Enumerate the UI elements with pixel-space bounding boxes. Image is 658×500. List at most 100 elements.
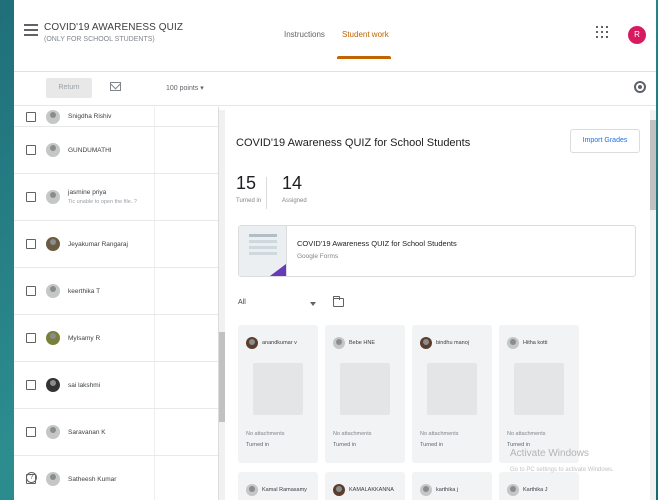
toolbar: Return 100 points ▾ (14, 72, 656, 106)
tab-instructions[interactable]: Instructions (284, 30, 325, 39)
assigned-stat[interactable]: 14 Assigned (282, 173, 307, 204)
activate-windows-hint: Go to PC settings to activate Windows. (510, 467, 614, 473)
assigned-count: 14 (282, 173, 303, 193)
card-student-name: bindhu manoj (436, 340, 470, 346)
card-status: Turned in (420, 442, 444, 448)
student-checkbox[interactable] (26, 333, 36, 343)
card-attachments: No attachments (333, 431, 372, 437)
form-thumbnail (239, 226, 287, 276)
turned-in-label: Turned in (236, 198, 262, 204)
work-preview (253, 363, 303, 415)
card-student-name: Hitha kotti (523, 340, 548, 346)
student-row[interactable]: Saravanan K (14, 409, 218, 456)
turned-in-stat[interactable]: 15 Turned in (236, 173, 261, 204)
student-work-card[interactable]: anandkumar v No attachments Turned in (238, 325, 318, 463)
student-list: Snigdha Rishiv GUNDUMATHI jasmine priya … (14, 107, 219, 500)
student-avatar (420, 337, 432, 349)
active-tab-indicator (337, 56, 391, 59)
student-checkbox[interactable] (26, 112, 36, 122)
student-name: GUNDUMATHI (68, 147, 112, 154)
card-student-name: karthika j (436, 487, 459, 493)
activate-windows-watermark: Activate Windows (510, 448, 589, 459)
student-checkbox[interactable] (26, 145, 36, 155)
student-name: Satheesh Kumar (68, 476, 117, 483)
student-row[interactable]: GUNDUMATHI (14, 127, 218, 174)
assigned-label: Assigned (282, 198, 307, 204)
tab-student-work[interactable]: Student work (342, 30, 389, 39)
student-checkbox[interactable] (26, 192, 36, 202)
student-checkbox[interactable] (26, 286, 36, 296)
attachment-type: Google Forms (297, 253, 339, 260)
student-work-card[interactable]: Kamal Ramasamy (238, 472, 318, 500)
folder-icon[interactable] (333, 296, 344, 307)
student-name: Saravanan K (68, 429, 106, 436)
student-checkbox[interactable] (26, 427, 36, 437)
student-avatar (333, 484, 345, 496)
student-name: jasmine priya (68, 189, 107, 196)
student-avatar (507, 484, 519, 496)
student-avatar (46, 425, 60, 439)
card-student-name: KAMALAKKANNA (349, 487, 394, 493)
student-name: Mylsamy R (68, 335, 101, 342)
work-preview (340, 363, 390, 415)
student-work-card[interactable]: karthika j (412, 472, 492, 500)
assignment-title: COVID'19 Awareness QUIZ for School Stude… (236, 137, 471, 149)
student-avatar (420, 484, 432, 496)
card-student-name: Kamal Ramasamy (262, 487, 307, 493)
card-attachments: No attachments (420, 431, 459, 437)
student-avatar (507, 337, 519, 349)
student-avatar (46, 143, 60, 157)
student-name: keerthika T (68, 288, 101, 295)
student-list-scrollbar[interactable] (219, 110, 225, 500)
student-work-card[interactable]: Hitha kotti No attachments Turned in (499, 325, 579, 463)
student-private-comment: Tic unable to open the file..? (68, 199, 137, 205)
stat-divider (266, 177, 267, 209)
help-icon[interactable]: ? (26, 472, 37, 483)
student-avatar (333, 337, 345, 349)
student-name: Snigdha Rishiv (68, 113, 112, 120)
card-student-name: Karthika J (523, 487, 548, 493)
student-avatar (46, 472, 60, 486)
student-checkbox[interactable] (26, 380, 36, 390)
return-button[interactable]: Return (46, 78, 92, 98)
main-scrollbar[interactable] (650, 110, 656, 500)
student-work-card[interactable]: KAMALAKKANNA (325, 472, 405, 500)
class-title-block: COVID'19 AWARENESS QUIZ (ONLY FOR SCHOOL… (44, 22, 183, 43)
student-avatar (46, 110, 60, 124)
google-form-attachment[interactable]: COVID'19 Awareness QUIZ for School Stude… (238, 225, 636, 277)
student-row[interactable]: Mylsamy R (14, 315, 218, 362)
student-name: Jeyakumar Rangaraj (68, 241, 128, 248)
student-name: sai lakshmi (68, 382, 101, 389)
card-student-name: anandkumar v (262, 340, 297, 346)
status-filter-dropdown[interactable]: All (238, 299, 246, 306)
hamburger-menu-icon[interactable] (24, 24, 38, 36)
settings-gear-icon[interactable] (634, 81, 646, 93)
assignment-panel: COVID'19 Awareness QUIZ for School Stude… (226, 107, 650, 500)
card-attachments: No attachments (507, 431, 546, 437)
student-avatar (46, 284, 60, 298)
student-row[interactable]: jasmine priya Tic unable to open the fil… (14, 174, 218, 221)
student-row[interactable]: Satheesh Kumar (14, 456, 218, 500)
student-row[interactable]: keerthika T (14, 268, 218, 315)
student-work-card[interactable]: Karthika J (499, 472, 579, 500)
student-row[interactable]: sai lakshmi (14, 362, 218, 409)
attachment-title: COVID'19 Awareness QUIZ for School Stude… (297, 239, 457, 248)
import-grades-button[interactable]: Import Grades (570, 129, 640, 153)
apps-grid-icon[interactable] (596, 26, 608, 38)
email-icon[interactable] (110, 82, 121, 91)
card-status: Turned in (246, 442, 270, 448)
student-work-card[interactable]: bindhu manoj No attachments Turned in (412, 325, 492, 463)
card-attachments: No attachments (246, 431, 285, 437)
student-checkbox[interactable] (26, 239, 36, 249)
dropdown-caret-icon[interactable] (310, 302, 316, 306)
work-preview (514, 363, 564, 415)
student-work-card[interactable]: Bebe HNE No attachments Turned in (325, 325, 405, 463)
card-student-name: Bebe HNE (349, 340, 375, 346)
student-row[interactable]: Snigdha Rishiv (14, 107, 218, 127)
student-avatar (46, 378, 60, 392)
student-avatar (246, 484, 258, 496)
student-row[interactable]: Jeyakumar Rangaraj (14, 221, 218, 268)
student-avatar (46, 237, 60, 251)
account-avatar[interactable]: R (628, 26, 646, 44)
points-dropdown[interactable]: 100 points ▾ (166, 84, 204, 92)
